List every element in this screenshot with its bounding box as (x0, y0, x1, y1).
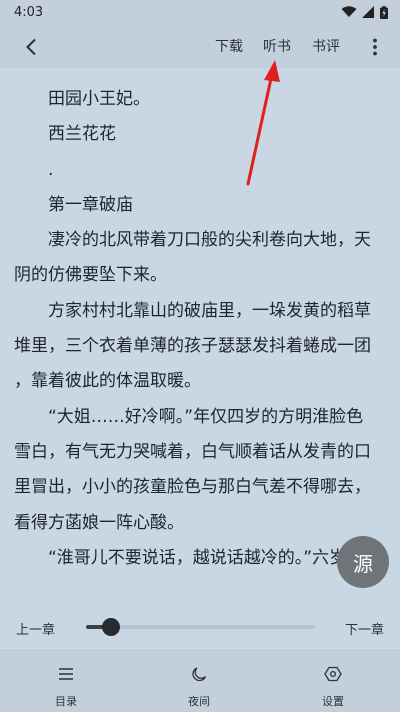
status-icons (341, 5, 388, 19)
text-line: 雪白，有气无力哭喊着，白气顺着话从发青的口 (14, 441, 371, 462)
text-line: 第一章破庙 (14, 194, 133, 215)
text-line: 里冒出，小小的孩童脸色与那白气差不得哪去， (14, 477, 371, 498)
nav-night-button[interactable]: 夜间 (159, 651, 239, 712)
nav-settings-button[interactable]: 设置 (293, 651, 373, 712)
signal-icon (362, 6, 375, 18)
listen-button[interactable]: 听书 (263, 36, 291, 56)
chapter-progress-bar: 上一章 下一章 (0, 604, 400, 650)
bottom-nav: 目录 夜间 设置 (0, 650, 400, 712)
text-line: 西兰花花 (14, 124, 116, 145)
text-line: 田园小王妃。 (14, 89, 150, 109)
more-button[interactable] (366, 34, 384, 60)
review-button[interactable]: 书评 (312, 36, 340, 56)
source-button[interactable]: 源 (337, 536, 389, 588)
reader-top-bar: 下载 听书 书评 (0, 24, 400, 68)
text-line: . (14, 159, 54, 180)
next-chapter-button[interactable]: 下一章 (345, 619, 384, 638)
text-line: 阴的仿佛要坠下来。 (14, 265, 167, 286)
nav-toc-button[interactable]: 目录 (26, 651, 106, 712)
back-arrow-icon (26, 38, 36, 56)
status-time: 4:03 (14, 4, 44, 20)
text-line: “大姐……好冷啊。”年仅四岁的方明淮脸色 (14, 406, 364, 427)
battery-icon (380, 5, 388, 19)
download-button[interactable]: 下载 (215, 36, 243, 56)
back-button[interactable] (18, 34, 44, 60)
text-line: 凄冷的北风带着刀口般的尖利卷向大地，天 (14, 230, 371, 251)
nav-night-label: 夜间 (188, 695, 210, 708)
status-bar: 4:03 (0, 0, 400, 24)
settings-icon (324, 664, 342, 684)
moon-icon (191, 664, 207, 684)
text-line: ，靠着彼此的体温取暖。 (14, 371, 201, 392)
text-line: “淮哥儿不要说话，越说话越冷的。”六岁的 (14, 547, 364, 568)
nav-toc-label: 目录 (55, 695, 77, 708)
more-vertical-icon (373, 38, 377, 56)
text-line: 堆里，三个衣着单薄的孩子瑟瑟发抖着蜷成一团 (14, 336, 371, 357)
reading-content[interactable]: 田园小王妃。 西兰花花 . 第一章破庙 凄冷的北风带着刀口般的尖利卷向大地，天 … (14, 82, 390, 602)
chapter-progress-slider[interactable] (86, 618, 315, 636)
wifi-icon (341, 6, 357, 18)
prev-chapter-button[interactable]: 上一章 (16, 619, 55, 638)
menu-list-icon (58, 664, 74, 684)
progress-thumb[interactable] (102, 618, 121, 636)
nav-settings-label: 设置 (322, 695, 344, 708)
text-line: 看得方菡娘一阵心酸。 (14, 512, 184, 533)
text-line: 方家村村北靠山的破庙里，一垛发黄的稻草 (14, 300, 371, 321)
